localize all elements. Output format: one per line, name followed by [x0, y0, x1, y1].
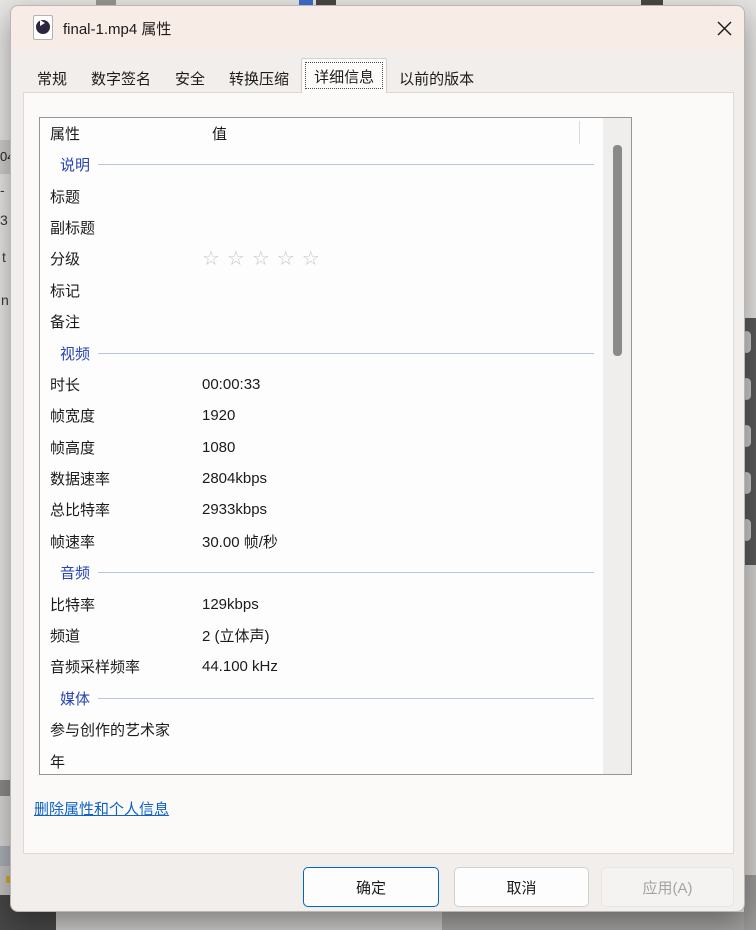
column-header-value[interactable]: 值 — [212, 123, 227, 144]
property-row[interactable]: 总比特率 2933kbps — [40, 494, 603, 525]
bg-filelist-fragment: - — [0, 182, 10, 200]
property-value[interactable]: 44.100 kHz — [202, 658, 603, 675]
property-value[interactable]: 1920 — [202, 407, 603, 424]
properties-dialog: final-1.mp4 属性 常规 数字签名 安全 转换压缩 详细信息 以前的版… — [10, 5, 745, 912]
section-divider-line — [98, 698, 594, 699]
bg-filmstrip-thumbnail — [745, 318, 756, 565]
tab-details[interactable]: 详细信息 — [301, 58, 387, 93]
property-row[interactable]: 时长 00:00:33 — [40, 369, 603, 400]
bg-band — [442, 912, 756, 930]
cancel-button[interactable]: 取消 — [454, 867, 589, 907]
property-label: 参与创作的艺术家 — [40, 719, 202, 740]
property-label: 时长 — [40, 374, 202, 395]
window-title: final-1.mp4 属性 — [63, 18, 171, 39]
star-outline-icon[interactable]: ☆☆☆☆☆ — [202, 249, 603, 269]
section-divider-line — [98, 572, 594, 573]
ok-button[interactable]: 确定 — [303, 867, 439, 907]
property-row[interactable]: 帧速率 30.00 帧/秒 — [40, 526, 603, 557]
property-row[interactable]: 帧宽度 1920 — [40, 400, 603, 431]
property-value[interactable]: 2933kbps — [202, 501, 603, 518]
property-row[interactable]: 标记 — [40, 275, 603, 306]
property-value[interactable]: 129kbps — [202, 596, 603, 613]
property-label: 帧高度 — [40, 437, 202, 458]
property-label: 数据速率 — [40, 468, 202, 489]
bg-band — [744, 0, 756, 318]
property-label: 标记 — [40, 280, 202, 301]
property-row[interactable]: 比特率 129kbps — [40, 588, 603, 619]
property-label: 分级 — [40, 248, 202, 269]
property-label: 音频采样频率 — [40, 656, 202, 677]
tab-strip: 常规 数字签名 安全 转换压缩 详细信息 以前的版本 — [25, 58, 486, 93]
property-value[interactable]: 1080 — [202, 439, 603, 456]
property-label: 标题 — [40, 186, 202, 207]
property-row[interactable]: 数据速率 2804kbps — [40, 463, 603, 494]
property-row[interactable]: 频道 2 (立体声) — [40, 620, 603, 651]
property-row[interactable]: 帧高度 1080 — [40, 432, 603, 463]
property-label: 副标题 — [40, 217, 202, 238]
remove-properties-link[interactable]: 删除属性和个人信息 — [34, 798, 169, 819]
tab-general[interactable]: 常规 — [25, 63, 79, 93]
section-header-row: 说明 — [40, 149, 603, 180]
property-label: 帧速率 — [40, 531, 202, 552]
scrollbar-track[interactable] — [603, 118, 631, 774]
column-header-property[interactable]: 属性 — [50, 123, 80, 144]
tab-security[interactable]: 安全 — [163, 63, 217, 93]
scrollbar-thumb[interactable] — [613, 145, 622, 356]
tab-convert-compress[interactable]: 转换压缩 — [217, 63, 301, 93]
details-tab-page: 属性 值 说明 标题 副标题 分级 ☆☆☆☆☆ 标记 备注 视频 时长 00:0… — [23, 92, 734, 854]
tab-previous-versions[interactable]: 以前的版本 — [387, 63, 486, 93]
section-label: 媒体 — [40, 688, 90, 709]
column-divider — [579, 121, 580, 144]
property-row[interactable]: 年 — [40, 745, 603, 776]
video-file-icon — [33, 15, 53, 40]
property-row[interactable]: 参与创作的艺术家 — [40, 714, 603, 745]
section-label: 说明 — [40, 154, 90, 175]
tab-digital-signatures[interactable]: 数字签名 — [79, 63, 163, 93]
section-divider-line — [98, 353, 594, 354]
section-header-row: 视频 — [40, 337, 603, 368]
property-label: 总比特率 — [40, 499, 202, 520]
section-label: 视频 — [40, 343, 90, 364]
bg-filelist-fragment: 3 — [0, 212, 10, 230]
section-header-row: 媒体 — [40, 683, 603, 714]
section-divider-line — [98, 164, 594, 165]
close-icon[interactable] — [710, 14, 738, 42]
property-row[interactable]: 备注 — [40, 306, 603, 337]
property-row[interactable]: 音频采样频率 44.100 kHz — [40, 651, 603, 682]
bg-band — [744, 875, 756, 930]
property-row[interactable]: 标题 — [40, 180, 603, 211]
rating-row[interactable]: 分级 ☆☆☆☆☆ — [40, 243, 603, 274]
details-rows: 说明 标题 副标题 分级 ☆☆☆☆☆ 标记 备注 视频 时长 00:00:33 … — [40, 146, 603, 777]
apply-button: 应用(A) — [601, 867, 734, 907]
property-label: 频道 — [40, 625, 202, 646]
property-value[interactable]: 30.00 帧/秒 — [202, 531, 603, 552]
property-value[interactable]: 2 (立体声) — [202, 625, 603, 646]
bg-band — [56, 912, 442, 930]
property-row[interactable]: 副标题 — [40, 212, 603, 243]
property-label: 帧宽度 — [40, 405, 202, 426]
property-value[interactable]: 2804kbps — [202, 470, 603, 487]
section-label: 音频 — [40, 562, 90, 583]
property-label: 备注 — [40, 311, 202, 332]
properties-list: 属性 值 说明 标题 副标题 分级 ☆☆☆☆☆ 标记 备注 视频 时长 00:0… — [39, 117, 632, 775]
property-value[interactable]: 00:00:33 — [202, 376, 603, 393]
bg-filelist-fragment: n — [1, 292, 10, 310]
property-label: 年 — [40, 751, 202, 772]
bg-band — [744, 565, 756, 875]
list-header: 属性 值 — [40, 118, 631, 146]
titlebar[interactable]: final-1.mp4 属性 — [11, 6, 744, 50]
section-header-row: 音频 — [40, 557, 603, 588]
property-label: 比特率 — [40, 594, 202, 615]
